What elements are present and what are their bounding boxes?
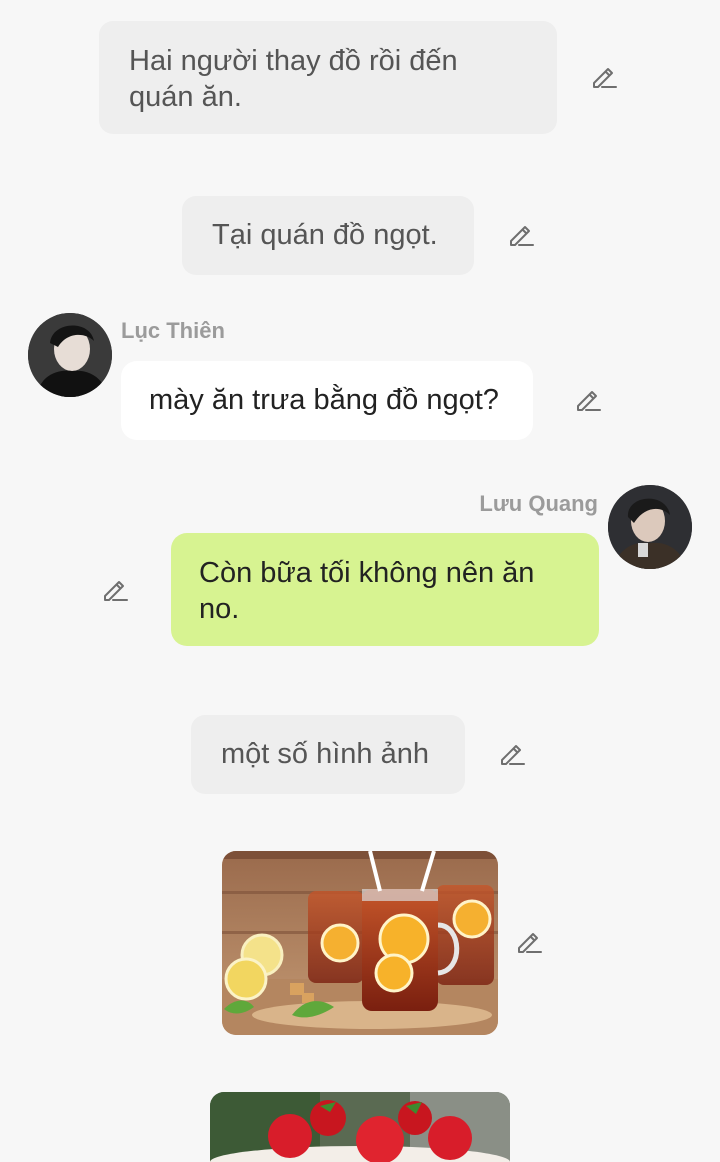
narration-bubble: Tại quán đồ ngọt. — [182, 196, 474, 275]
edit-icon[interactable] — [514, 927, 544, 957]
incoming-message-bubble: mày ăn trưa bằng đồ ngọt? — [121, 361, 533, 440]
avatar[interactable] — [28, 313, 112, 397]
avatar[interactable] — [608, 485, 692, 569]
sender-name: Lưu Quang — [479, 491, 598, 516]
edit-icon[interactable] — [506, 220, 536, 250]
strawberry-dessert-image[interactable] — [210, 1092, 510, 1162]
edit-icon[interactable] — [589, 62, 619, 92]
narration-text: Tại quán đồ ngọt. — [212, 219, 438, 251]
narration-text: một số hình ảnh — [221, 738, 429, 770]
narration-bubble: Hai người thay đồ rồi đến quán ăn. — [99, 21, 557, 134]
sender-name: Lục Thiên — [121, 318, 225, 343]
message-text: Còn bữa tối không nên ăn no. — [199, 557, 535, 625]
edit-icon[interactable] — [573, 385, 603, 415]
edit-icon[interactable] — [497, 739, 527, 769]
message-text: mày ăn trưa bằng đồ ngọt? — [149, 384, 499, 416]
iced-tea-image[interactable] — [222, 851, 498, 1035]
outgoing-message-bubble: Còn bữa tối không nên ăn no. — [171, 533, 599, 646]
edit-icon[interactable] — [100, 575, 130, 605]
narration-bubble: một số hình ảnh — [191, 715, 465, 794]
narration-text: Hai người thay đồ rồi đến quán ăn. — [129, 45, 458, 113]
